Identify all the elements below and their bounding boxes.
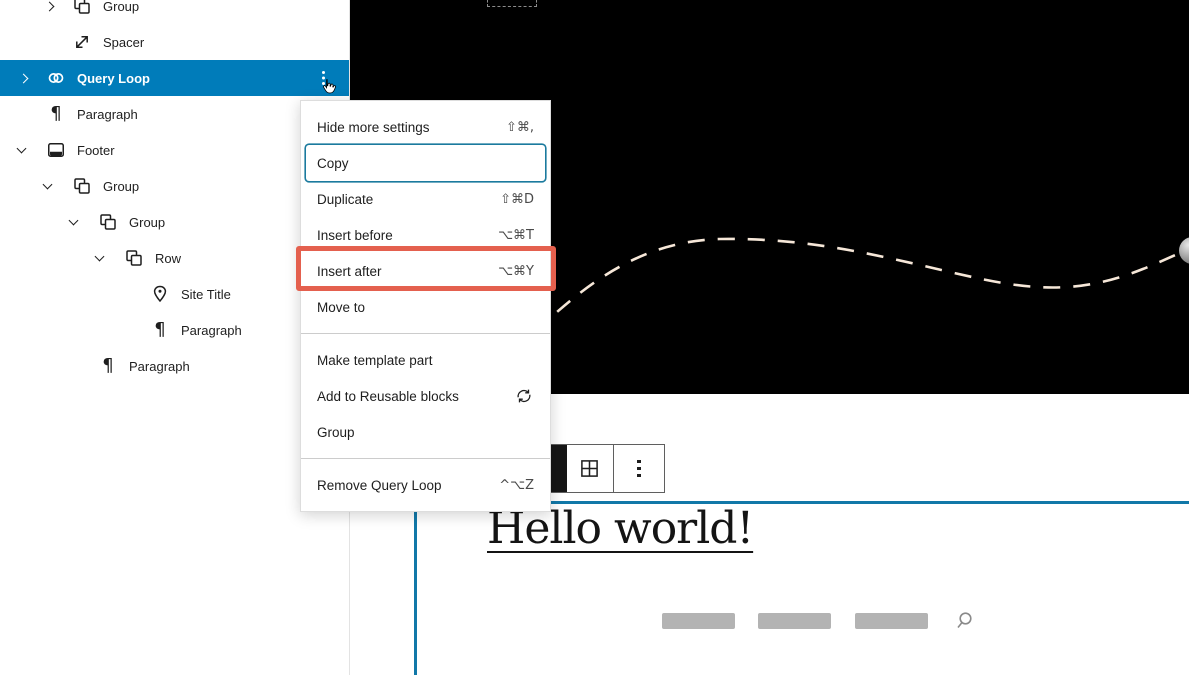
chevron-down-icon[interactable] <box>42 179 70 190</box>
menu-item-remove-query-loop[interactable]: Remove Query Loop ^⌥Z <box>301 467 550 503</box>
menu-item-make-template-part[interactable]: Make template part <box>301 342 550 378</box>
list-view-sidebar: Group Spacer Query Loop ¶ Paragraph Foot… <box>0 0 350 675</box>
grid-icon <box>581 460 599 477</box>
ellipsis-icon <box>637 466 641 471</box>
sidebar-item-row[interactable]: Row <box>0 240 349 276</box>
group-icon <box>96 210 120 234</box>
block-label: Group <box>103 178 140 194</box>
reusable-block-icon <box>514 386 534 406</box>
menu-item-move-to[interactable]: Move to <box>301 289 550 325</box>
row-icon <box>122 246 146 270</box>
grid-view-display-button[interactable] <box>567 445 613 492</box>
nav-placeholder[interactable] <box>855 613 928 629</box>
menu-group: Remove Query Loop ^⌥Z <box>301 459 550 511</box>
sidebar-item-paragraph[interactable]: ¶ Paragraph <box>0 96 349 132</box>
cursor-hand-icon <box>319 77 338 96</box>
sidebar-item-group[interactable]: Group <box>0 0 349 24</box>
selected-block-outline-left <box>414 501 417 675</box>
block-label: Paragraph <box>77 106 138 122</box>
block-label: Group <box>103 0 140 14</box>
menu-group: Hide more settings ⇧⌘, Copy Duplicate ⇧⌘… <box>301 101 550 334</box>
chevron-down-icon[interactable] <box>16 143 44 154</box>
sidebar-item-paragraph[interactable]: ¶ Paragraph <box>0 312 349 348</box>
toolbar-options-button[interactable] <box>614 445 664 492</box>
block-label: Spacer <box>103 34 145 50</box>
chevron-right-icon[interactable] <box>44 1 70 11</box>
menu-item-hide-more-settings[interactable]: Hide more settings ⇧⌘, <box>301 109 550 145</box>
sidebar-item-footer[interactable]: Footer <box>0 132 349 168</box>
sidebar-item-query-loop[interactable]: Query Loop <box>0 60 349 96</box>
chevron-down-icon[interactable] <box>94 251 122 262</box>
block-label: Footer <box>77 142 115 158</box>
footer-icon <box>44 138 68 162</box>
spacer-icon <box>70 30 94 54</box>
paragraph-icon: ¶ <box>102 355 114 376</box>
menu-item-insert-after[interactable]: Insert after ⌥⌘Y <box>301 253 550 289</box>
paragraph-icon: ¶ <box>50 103 62 124</box>
block-label: Site Title <box>181 286 231 302</box>
keyboard-shortcut: ⇧⌘D <box>500 191 534 207</box>
menu-item-duplicate[interactable]: Duplicate ⇧⌘D <box>301 181 550 217</box>
keyboard-shortcut: ⌥⌘Y <box>498 263 534 279</box>
block-label: Paragraph <box>129 358 190 374</box>
menu-item-group[interactable]: Group <box>301 414 550 450</box>
block-options-menu: Hide more settings ⇧⌘, Copy Duplicate ⇧⌘… <box>300 100 551 512</box>
sidebar-item-site-title[interactable]: Site Title <box>0 276 349 312</box>
nav-placeholder[interactable] <box>758 613 831 629</box>
chevron-down-icon[interactable] <box>68 215 96 226</box>
query-loop-icon <box>44 66 68 90</box>
menu-item-add-to-reusable-blocks[interactable]: Add to Reusable blocks <box>301 378 550 414</box>
sidebar-item-paragraph[interactable]: ¶ Paragraph <box>0 348 349 384</box>
search-icon[interactable] <box>952 609 976 633</box>
paragraph-icon: ¶ <box>154 319 166 340</box>
menu-item-insert-before[interactable]: Insert before ⌥⌘T <box>301 217 550 253</box>
group-icon <box>70 174 94 198</box>
keyboard-shortcut: ⌥⌘T <box>498 227 534 243</box>
site-title-icon <box>148 282 172 306</box>
sidebar-item-group[interactable]: Group <box>0 168 349 204</box>
block-label: Row <box>155 250 182 266</box>
keyboard-shortcut: ^⌥Z <box>499 477 534 493</box>
chevron-right-icon[interactable] <box>18 73 44 83</box>
keyboard-shortcut: ⇧⌘, <box>505 119 534 135</box>
sidebar-item-spacer[interactable]: Spacer <box>0 24 349 60</box>
block-label: Group <box>129 214 166 230</box>
sidebar-item-group[interactable]: Group <box>0 204 349 240</box>
nav-placeholder[interactable] <box>662 613 735 629</box>
menu-item-copy[interactable]: Copy <box>306 145 545 181</box>
menu-group: Make template part Add to Reusable block… <box>301 334 550 459</box>
block-label: Query Loop <box>77 70 150 86</box>
block-label: Paragraph <box>181 322 242 338</box>
group-icon <box>70 0 94 18</box>
